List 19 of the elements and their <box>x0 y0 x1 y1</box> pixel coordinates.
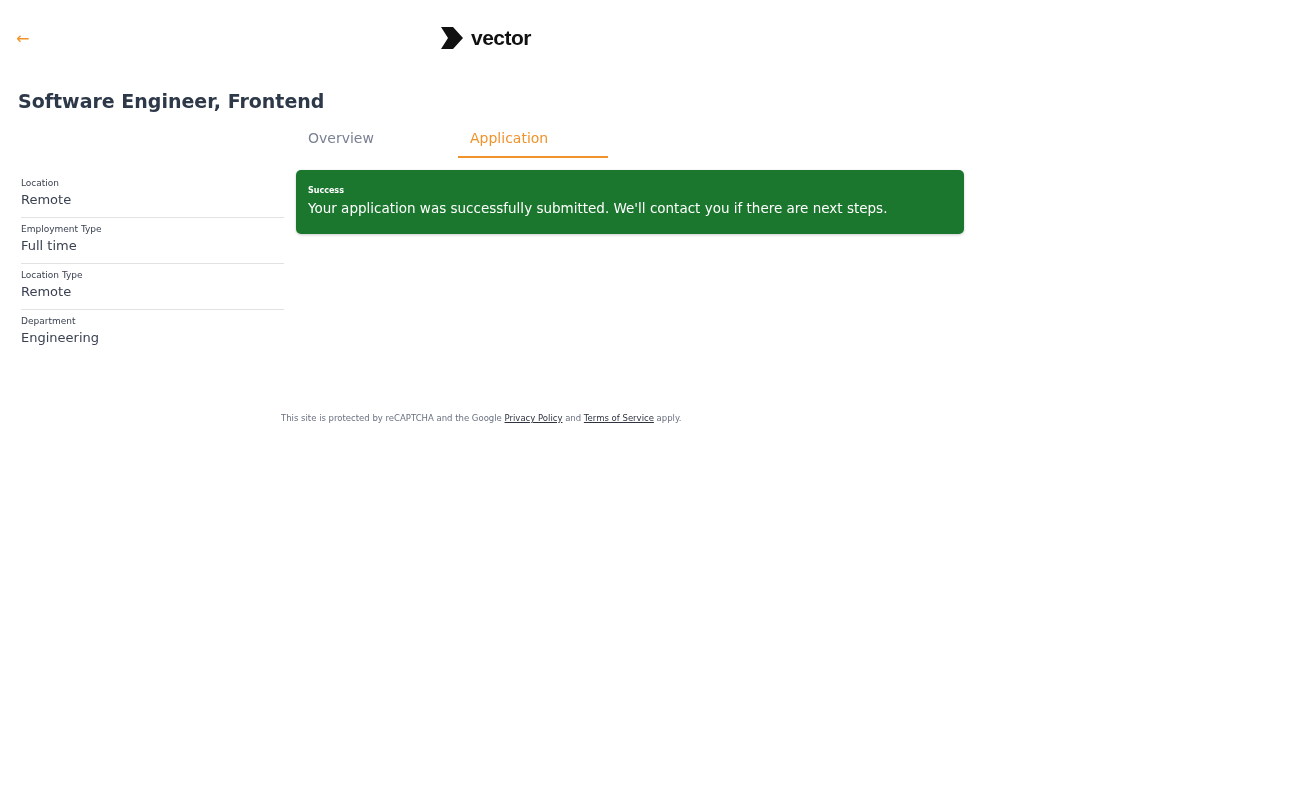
alert-message: Your application was successfully submitted. We'll contact you if there are next steps. <box>308 200 889 216</box>
detail-value: Remote <box>21 192 73 207</box>
detail-value: Full time <box>21 238 78 253</box>
logo-text: vector <box>471 26 532 50</box>
privacy-policy-link[interactable]: Privacy Policy <box>504 413 563 423</box>
detail-value: Remote <box>21 284 73 299</box>
logo-icon <box>441 27 465 49</box>
back-link[interactable]: ← <box>16 28 32 48</box>
detail-label: Location <box>21 178 61 188</box>
detail-value: Engineering <box>21 330 100 345</box>
alert-title: Success <box>308 186 345 195</box>
tab[interactable]: Overview <box>296 124 458 158</box>
tab[interactable]: Application <box>458 124 608 158</box>
detail-label: Location Type <box>21 270 84 280</box>
recaptcha-notice: This site is protected by reCAPTCHA and the Google Privacy Policy and Terms of Service apply. <box>281 413 683 423</box>
detail-label: Department <box>21 316 77 326</box>
terms-of-service-link[interactable]: Terms of Service <box>583 413 654 423</box>
detail-label: Employment Type <box>21 224 103 234</box>
job-title: Software Engineer, Frontend <box>18 90 326 112</box>
